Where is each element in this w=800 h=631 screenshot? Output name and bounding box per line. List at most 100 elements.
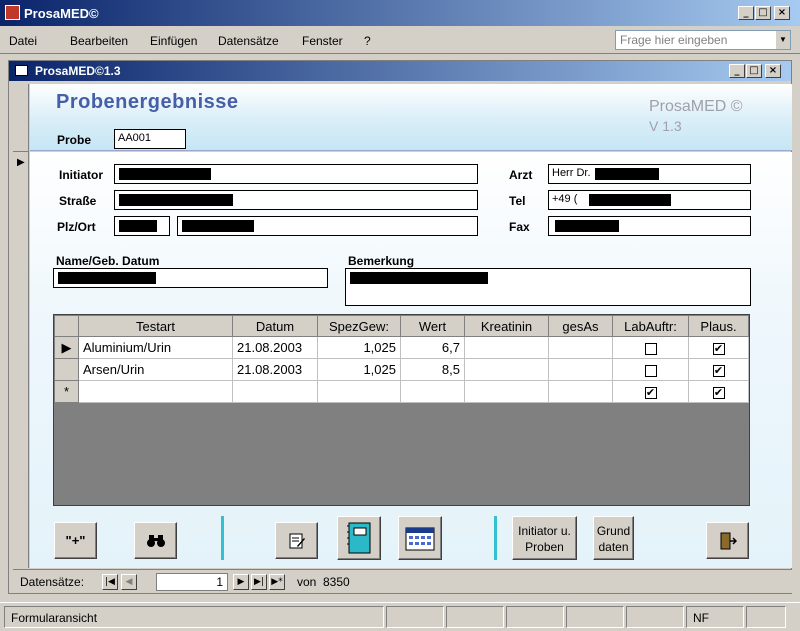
cell-datum[interactable]: 21.08.2003	[232, 358, 318, 381]
cell-gesas[interactable]	[548, 336, 613, 359]
app-icon	[5, 5, 20, 20]
plaus-checkbox[interactable]: ✔	[712, 364, 725, 377]
calendar-button[interactable]	[398, 516, 442, 560]
status-text: Formularansicht	[4, 606, 384, 628]
menu-datensaetze[interactable]: Datensätze	[218, 34, 279, 48]
col-header-datum[interactable]: Datum	[232, 315, 318, 337]
menu-bearbeiten[interactable]: Bearbeiten	[70, 34, 128, 48]
brand-version: V 1.3	[649, 118, 682, 134]
cell-datum[interactable]	[232, 380, 318, 403]
menu-fenster[interactable]: Fenster	[302, 34, 343, 48]
app-title-bar: ProsaMED© _ □ ×	[0, 0, 800, 26]
new-record-nav-icon[interactable]: ▶*	[269, 574, 285, 590]
ort-input[interactable]	[177, 216, 478, 236]
form-icon	[15, 65, 28, 76]
plaus-checkbox[interactable]: ✔	[712, 342, 725, 355]
menu-bar: Datei Bearbeiten Einfügen Datensätze Fen…	[0, 26, 800, 54]
probe-input[interactable]: AA001	[114, 129, 186, 149]
record-number-input[interactable]: 1	[156, 573, 228, 591]
strasse-label: Straße	[59, 194, 97, 208]
cell-wert[interactable]: 6,7	[400, 336, 465, 359]
form-maximize-icon[interactable]: □	[746, 64, 762, 78]
next-record-icon[interactable]: ▶	[233, 574, 249, 590]
search-button[interactable]	[134, 522, 177, 559]
form-title-bar: ProsaMED©1.3 _ □ ×	[9, 61, 791, 81]
cell-plaus: ✔	[688, 336, 749, 359]
cell-testart[interactable]	[78, 380, 233, 403]
notebook-button[interactable]	[337, 516, 381, 560]
prev-record-icon[interactable]: ◀	[121, 574, 137, 590]
corner-cell[interactable]	[54, 315, 79, 337]
cell-kreatinin[interactable]	[464, 358, 549, 381]
cell-testart[interactable]: Aluminium/Urin	[78, 336, 233, 359]
cell-wert[interactable]	[400, 380, 465, 403]
bemerkung-input[interactable]	[345, 268, 751, 306]
labauftr-checkbox[interactable]: ✔	[644, 386, 657, 399]
fax-label: Fax	[509, 220, 530, 234]
cell-spezgew[interactable]: 1,025	[317, 358, 401, 381]
menu-help[interactable]: ?	[364, 34, 371, 48]
form-close-icon[interactable]: ×	[765, 64, 781, 78]
menu-einfuegen[interactable]: Einfügen	[150, 34, 197, 48]
cell-gesas[interactable]	[548, 358, 613, 381]
add-record-button[interactable]: "+"	[54, 522, 97, 559]
tel-input[interactable]: +49 (	[548, 190, 751, 210]
cell-gesas[interactable]	[548, 380, 613, 403]
cell-labauftr: ✔	[612, 380, 689, 403]
initiator-label: Initiator	[59, 168, 103, 182]
maximize-icon[interactable]: □	[755, 6, 771, 20]
initiator-proben-button[interactable]: Initiator u. Proben	[512, 516, 577, 560]
strasse-input[interactable]	[114, 190, 478, 210]
col-header-plaus[interactable]: Plaus.	[688, 315, 749, 337]
cell-kreatinin[interactable]	[464, 380, 549, 403]
name-geb-input[interactable]	[53, 268, 328, 288]
cell-plaus: ✔	[688, 380, 749, 403]
row-selector[interactable]	[54, 358, 79, 381]
col-header-labauftr[interactable]: LabAuftr:	[612, 315, 689, 337]
cell-testart[interactable]: Arsen/Urin	[78, 358, 233, 381]
cell-spezgew[interactable]	[317, 380, 401, 403]
separator	[494, 516, 497, 560]
grunddaten-button[interactable]: Grund daten	[593, 516, 634, 560]
initiator-input[interactable]	[114, 164, 478, 184]
col-header-testart[interactable]: Testart	[78, 315, 233, 337]
labauftr-checkbox[interactable]	[644, 364, 657, 377]
status-mode: NF	[686, 606, 744, 628]
new-record-icon[interactable]: *	[54, 380, 79, 403]
help-search-input[interactable]: Frage hier eingeben ▼	[615, 30, 791, 50]
labauftr-checkbox[interactable]	[644, 342, 657, 355]
fax-input[interactable]	[548, 216, 751, 236]
tel-label: Tel	[509, 194, 526, 208]
row-selector-current[interactable]: ▶	[54, 336, 79, 359]
plaus-checkbox[interactable]: ✔	[712, 386, 725, 399]
arzt-input[interactable]: Herr Dr.	[548, 164, 751, 184]
chevron-down-icon[interactable]: ▼	[776, 31, 790, 49]
app-title: ProsaMED©	[24, 6, 99, 21]
calendar-icon	[405, 527, 435, 551]
close-icon[interactable]: ×	[774, 6, 790, 20]
cell-spezgew[interactable]: 1,025	[317, 336, 401, 359]
table-header-row: Testart Datum SpezGew: Wert Kreatinin ge…	[54, 315, 749, 337]
nav-label: Datensätze:	[20, 575, 85, 589]
nav-total: 8350	[323, 575, 350, 589]
first-record-icon[interactable]: |◀	[102, 574, 118, 590]
exit-button[interactable]	[706, 522, 749, 559]
cell-datum[interactable]: 21.08.2003	[232, 336, 318, 359]
bemerkung-label: Bemerkung	[348, 254, 415, 268]
col-header-spezgew[interactable]: SpezGew:	[317, 315, 401, 337]
nav-of-label: von	[297, 575, 317, 589]
record-selector[interactable]: ▶	[13, 84, 29, 568]
plz-input[interactable]	[114, 216, 170, 236]
form-minimize-icon[interactable]: _	[729, 64, 745, 78]
col-header-gesas[interactable]: gesAs	[548, 315, 613, 337]
cell-kreatinin[interactable]	[464, 336, 549, 359]
current-record-arrow-icon: ▶	[17, 157, 25, 168]
menu-datei[interactable]: Datei	[9, 34, 37, 48]
edit-button[interactable]	[275, 522, 318, 559]
col-header-kreatinin[interactable]: Kreatinin	[464, 315, 549, 337]
last-record-icon[interactable]: ▶|	[251, 574, 267, 590]
cell-wert[interactable]: 8,5	[400, 358, 465, 381]
minimize-icon[interactable]: _	[738, 6, 754, 20]
help-placeholder: Frage hier eingeben	[620, 33, 728, 47]
col-header-wert[interactable]: Wert	[400, 315, 465, 337]
